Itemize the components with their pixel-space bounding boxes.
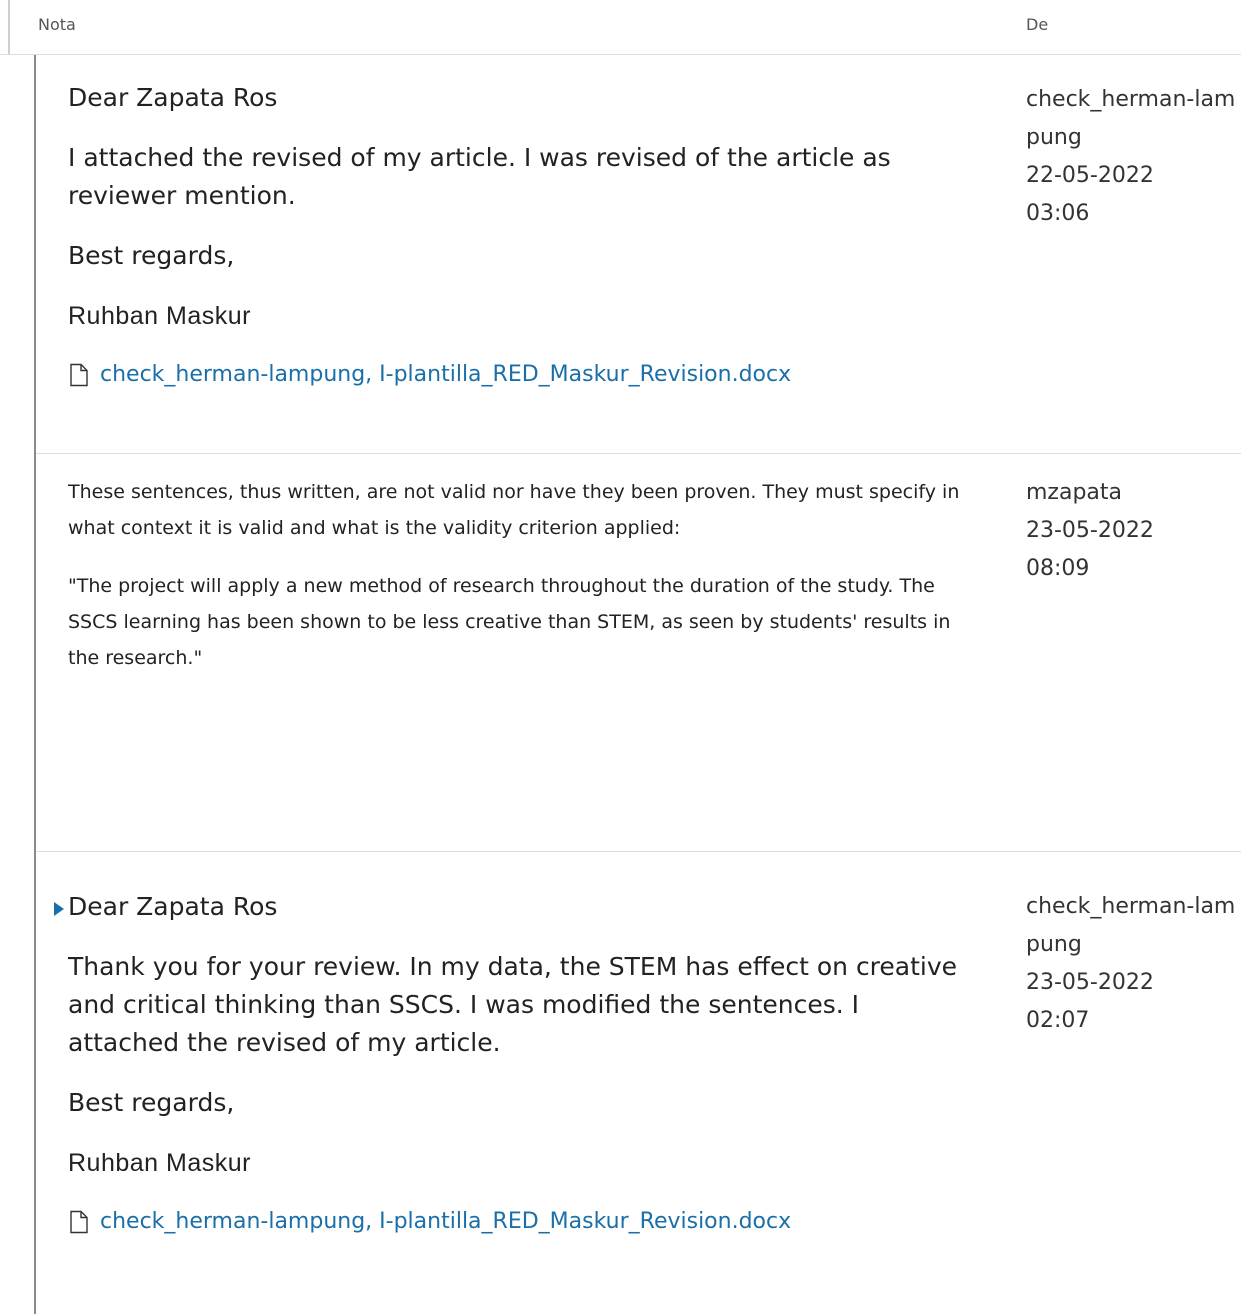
header-note-column: Nota [38,15,76,34]
caret-right-icon[interactable] [54,902,64,916]
notes-table-header: Nota De [0,0,1241,55]
attachment-filename: check_herman-lampung, I-plantilla_RED_Ma… [100,1209,792,1234]
attachment-filename: check_herman-lampung, I-plantilla_RED_Ma… [100,362,792,387]
note-quote: "The project will apply a new method of … [68,575,951,669]
note-author: check_herman-lampung [1026,894,1236,957]
file-icon [70,363,88,387]
note-body: These sentences, thus written, are not v… [68,474,968,676]
note-meta: check_herman-lampung 23-05-2022 02:07 [1026,888,1236,1040]
note-closing: Best regards, [68,241,235,270]
note-greeting: Dear Zapata Ros [68,892,278,921]
note-meta: mzapata 23-05-2022 08:09 [1026,474,1236,588]
note-date: 22-05-2022 [1026,163,1154,188]
note-paragraph: I attached the revised of my article. I … [68,143,891,210]
note-date: 23-05-2022 [1026,970,1154,995]
file-icon [70,1210,88,1234]
note-signature: Ruhban Maskur [68,302,251,330]
note-closing: Best regards, [68,1088,235,1117]
note-greeting: Dear Zapata Ros [68,83,278,112]
note-time: 03:06 [1026,201,1090,226]
note-row: Dear Zapata Ros Thank you for your revie… [36,852,1241,1314]
note-body: Dear Zapata Ros I attached the revised o… [68,79,968,393]
note-date: 23-05-2022 [1026,518,1154,543]
note-author: check_herman-lampung [1026,87,1236,150]
note-time: 08:09 [1026,556,1090,581]
attachment-link[interactable]: check_herman-lampung, I-plantilla_RED_Ma… [68,1204,968,1240]
notes-panel: Nota De Dear Zapata Ros I attached the r… [0,0,1241,1314]
attachment-link[interactable]: check_herman-lampung, I-plantilla_RED_Ma… [68,357,968,393]
note-signature: Ruhban Maskur [68,1149,251,1177]
note-row: These sentences, thus written, are not v… [36,454,1241,852]
note-paragraph: These sentences, thus written, are not v… [68,481,960,539]
note-time: 02:07 [1026,1008,1090,1033]
note-body: Dear Zapata Ros Thank you for your revie… [54,888,968,1240]
note-author: mzapata [1026,480,1123,505]
note-meta: check_herman-lampung 22-05-2022 03:06 [1026,81,1236,233]
header-from-column: De [1026,15,1049,34]
note-paragraph: Thank you for your review. In my data, t… [68,952,958,1057]
note-row: Dear Zapata Ros I attached the revised o… [36,55,1241,454]
